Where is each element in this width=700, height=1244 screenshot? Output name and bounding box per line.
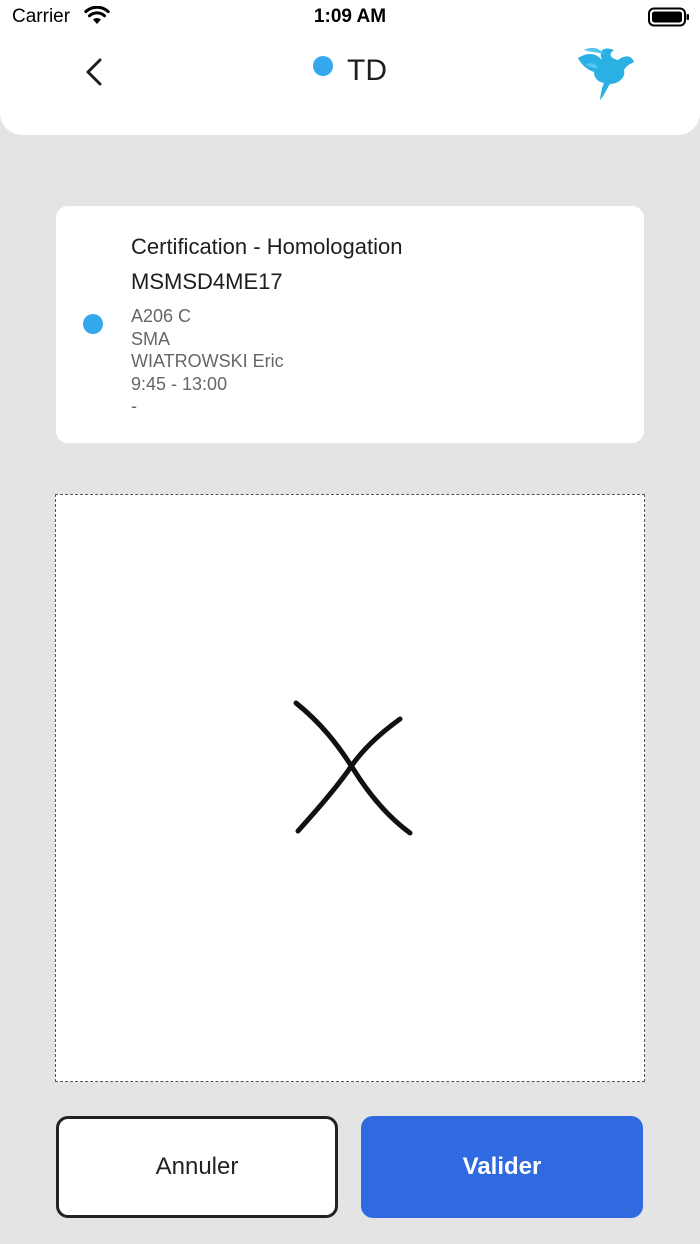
status-bar: Carrier 1:09 AM — [0, 0, 700, 34]
header: TD — [0, 34, 700, 135]
course-card: Certification - Homologation MSMSD4ME17 … — [56, 206, 644, 443]
course-teacher: WIATROWSKI Eric — [131, 351, 284, 371]
course-room: A206 C — [131, 306, 192, 326]
course-code: MSMSD4ME17 — [131, 269, 283, 294]
page-title-text: TD — [347, 54, 387, 87]
course-note: - — [131, 396, 137, 416]
battery-icon — [648, 7, 689, 27]
validate-button[interactable]: Valider — [361, 1116, 643, 1218]
course-group: SMA — [131, 328, 171, 349]
course-title: Certification - Homologation — [131, 234, 403, 259]
course-details: A206 C SMA WIATROWSKI Eric 9:45 - 13:00 … — [131, 305, 284, 418]
course-status-dot — [83, 314, 103, 334]
course-time: 9:45 - 13:00 — [131, 373, 228, 394]
clock: 1:09 AM — [313, 6, 387, 27]
pegasus-logo-icon — [578, 47, 634, 100]
signature-stroke — [293, 700, 413, 836]
signature-pad[interactable] — [55, 494, 645, 1082]
cancel-button[interactable]: Annuler — [56, 1116, 338, 1218]
status-dot — [313, 56, 333, 76]
